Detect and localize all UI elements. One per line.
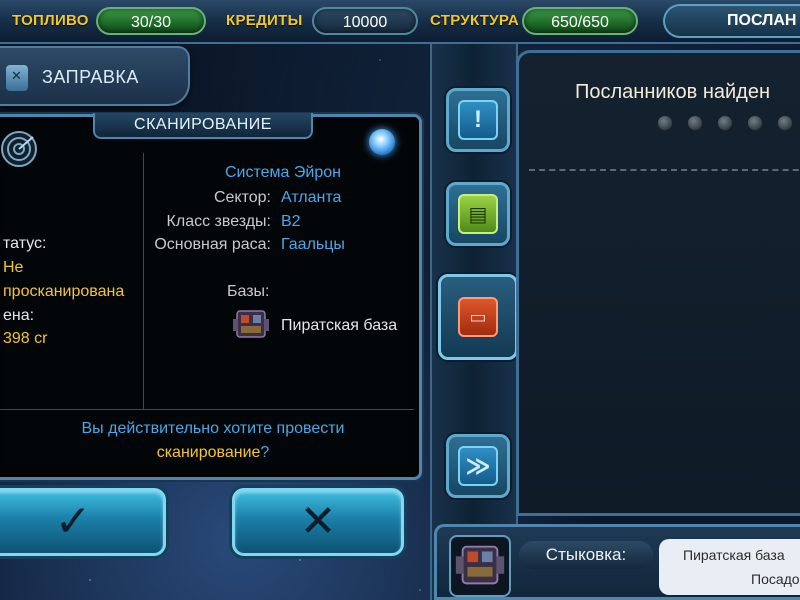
pirate-base-icon: [233, 310, 269, 338]
system-name: Система Эйрон: [225, 164, 341, 181]
scan-dialog: СКАНИРОВАНИЕ татус: Не просканирована ен…: [0, 113, 422, 480]
star-class-key: Класс звезды:: [166, 213, 271, 230]
confirm-qmark: ?: [260, 444, 270, 461]
confirm-button[interactable]: ✓: [0, 488, 166, 556]
docking-action: Посадо: [751, 571, 800, 587]
page-dot[interactable]: [687, 115, 703, 131]
base-name: Пиратская база: [281, 317, 398, 334]
docking-target-name: Пиратская база: [683, 547, 785, 563]
price-label: ена:: [3, 307, 35, 324]
structure-value: 650/650: [522, 7, 638, 35]
section-divider: [0, 409, 414, 410]
page-dot[interactable]: [657, 115, 673, 131]
messengers-panel: Посланников найден: [516, 50, 800, 516]
confirm-highlight: сканирование: [156, 444, 261, 461]
dashed-divider: [529, 169, 800, 171]
pirate-base-icon: [455, 545, 505, 585]
fuel-value: 30/30: [96, 7, 206, 35]
tab-messengers[interactable]: ПОСЛАН: [663, 4, 800, 38]
confirm-line2: сканирование?: [33, 441, 393, 465]
scan-title: СКАНИРОВАНИЕ: [93, 113, 313, 139]
nav-notes-button[interactable]: ▤: [446, 182, 510, 246]
refuel-icon: [6, 65, 28, 91]
bases-label: Базы:: [227, 283, 270, 300]
confirm-line1: Вы действительно хотите провести: [81, 420, 345, 437]
nav-messages-button[interactable]: ▭: [438, 274, 518, 360]
document-icon: ▤: [458, 194, 498, 234]
status-label: татус:: [3, 235, 47, 252]
side-nav: ! ▤ ▭ ≫: [430, 44, 518, 600]
race-value: Гаальцы: [281, 236, 345, 253]
page-indicator: [657, 115, 793, 131]
status-value-line2: просканирована: [3, 283, 125, 300]
refuel-label: ЗАПРАВКА: [42, 67, 139, 87]
star-class-value: B2: [281, 213, 301, 230]
credits-value: 10000: [312, 7, 418, 35]
close-icon: ✕: [299, 497, 337, 546]
radar-icon: [1, 131, 37, 167]
refuel-button[interactable]: ЗАПРАВКА: [0, 46, 190, 106]
double-chevron-icon: ≫: [458, 446, 498, 486]
status-value-line1: Не: [3, 259, 24, 276]
race-key: Основная раса:: [154, 236, 271, 253]
message-icon: ▭: [458, 297, 498, 337]
column-divider: [143, 153, 144, 409]
docking-label: Стыковка:: [519, 541, 653, 569]
resource-bar: ТОПЛИВО 30/30 КРЕДИТЫ 10000 СТРУКТУРА 65…: [0, 0, 800, 44]
docking-target[interactable]: Пиратская база Посадо: [659, 539, 800, 595]
confirm-question: Вы действительно хотите провести сканиро…: [33, 417, 393, 465]
page-dot[interactable]: [777, 115, 793, 131]
nav-forward-button[interactable]: ≫: [446, 434, 510, 498]
page-dot[interactable]: [747, 115, 763, 131]
nav-alerts-button[interactable]: !: [446, 88, 510, 152]
cancel-button[interactable]: ✕: [232, 488, 404, 556]
messengers-title: Посланников найден: [575, 81, 771, 103]
docked-base-thumbnail[interactable]: [449, 535, 511, 597]
fuel-label: ТОПЛИВО: [12, 12, 89, 29]
structure-label: СТРУКТУРА: [430, 12, 520, 29]
price-value: 398 cr: [3, 330, 48, 347]
docking-bar: Стыковка: Пиратская база Посадо: [434, 524, 800, 600]
sector-value: Атланта: [281, 189, 342, 206]
credits-label: КРЕДИТЫ: [226, 12, 303, 29]
crystal-icon[interactable]: [369, 129, 395, 155]
sector-key: Сектор:: [213, 189, 271, 206]
exclamation-icon: !: [458, 100, 498, 140]
checkmark-icon: ✓: [54, 497, 92, 546]
page-dot[interactable]: [717, 115, 733, 131]
